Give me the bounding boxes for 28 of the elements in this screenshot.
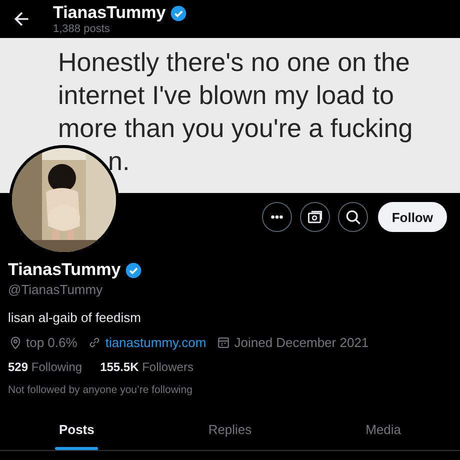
profile-tab[interactable]: Media (362, 409, 406, 450)
calendar-icon (216, 335, 232, 350)
profile-tab[interactable]: Replies (204, 409, 256, 450)
location-text: top 0.6% (26, 335, 78, 350)
join-date: Joined December 2021 (234, 335, 369, 350)
location-pin-icon (8, 335, 23, 350)
bio-text: lisan al-gaib of feedism (8, 310, 142, 325)
post-count: 1,388 posts (53, 23, 111, 35)
search-button[interactable] (338, 202, 368, 232)
profile-tab[interactable]: Posts (54, 409, 98, 450)
display-name: TianasTummy (8, 260, 121, 280)
subscribe-button[interactable] (300, 202, 330, 232)
banner-text: Honestly there's no one on the (58, 46, 411, 79)
back-arrow-icon (13, 10, 31, 28)
profile-title: TianasTummy (53, 3, 166, 23)
user-handle: @TianasTummy (8, 282, 104, 297)
more-icon (270, 215, 283, 219)
website-link[interactable]: tianastummy.com (105, 335, 206, 350)
banner-text: n. (107, 145, 131, 178)
banner-text: internet I've blown my load to (58, 79, 395, 112)
follow-button[interactable]: Follow (378, 202, 447, 232)
notification-icon (306, 208, 324, 226)
followers-note: Not followed by anyone you’re following (8, 384, 194, 396)
banner-text: more than you you're a fucking (58, 112, 414, 145)
followers-link[interactable]: 155.5K Followers (100, 360, 194, 374)
following-link[interactable]: 529 Following (8, 360, 82, 374)
more-button[interactable] (262, 202, 292, 232)
search-icon (344, 208, 362, 226)
